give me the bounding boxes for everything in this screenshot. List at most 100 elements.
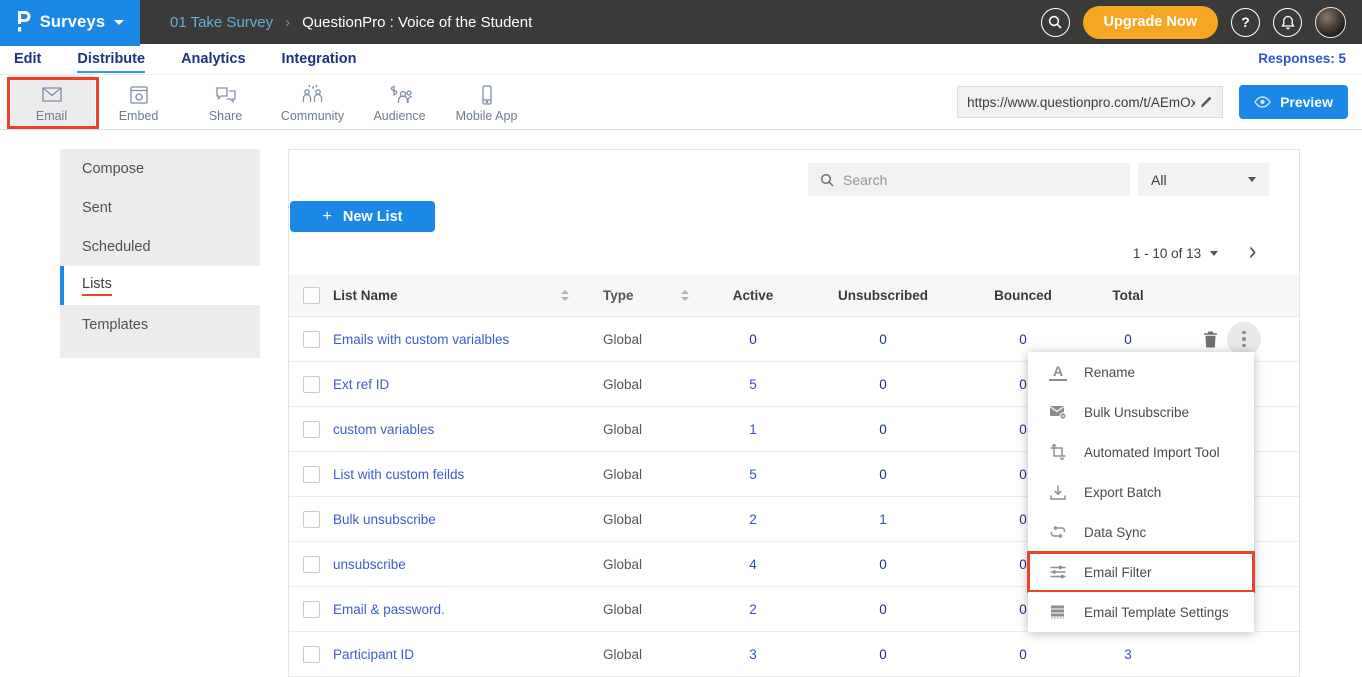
tab-edit[interactable]: Edit: [14, 51, 41, 71]
sidebar-item-scheduled[interactable]: Scheduled: [60, 227, 260, 266]
surveys-menu-button[interactable]: Surveys: [0, 0, 140, 44]
menu-item-email-template-settings[interactable]: Email Template Settings: [1028, 592, 1254, 632]
breadcrumb-survey-title: QuestionPro : Voice of the Student: [302, 14, 532, 31]
pagination: 1 - 10 of 13 ›: [289, 241, 1299, 265]
channel-label: Audience: [373, 109, 425, 123]
active-count: 1: [703, 422, 803, 437]
list-type: Global: [603, 647, 642, 662]
bounced-count: 0: [963, 332, 1083, 347]
list-name-link[interactable]: unsubscribe: [333, 557, 406, 572]
channel-embed[interactable]: Embed: [95, 75, 182, 129]
list-filter-bar: All: [289, 150, 1299, 196]
menu-item-bulk-unsubscribe[interactable]: Bulk Unsubscribe: [1028, 392, 1254, 432]
tab-distribute[interactable]: Distribute: [77, 51, 145, 73]
email-icon: [39, 84, 65, 106]
email-filter-icon: [1049, 564, 1067, 580]
survey-nav-tabs: Edit Distribute Analytics Integration Re…: [0, 44, 1362, 75]
preview-label: Preview: [1280, 94, 1333, 110]
sort-list-name-icon[interactable]: [561, 290, 569, 301]
tab-analytics[interactable]: Analytics: [181, 51, 245, 71]
channel-audience[interactable]: Audience: [356, 75, 443, 129]
upgrade-now-button[interactable]: Upgrade Now: [1083, 6, 1218, 39]
search-icon: [820, 173, 834, 187]
menu-item-rename[interactable]: A Rename: [1028, 352, 1254, 392]
list-name-link[interactable]: Email & password.: [333, 602, 445, 617]
sort-type-icon[interactable]: [681, 290, 689, 301]
list-name-link[interactable]: custom variables: [333, 422, 434, 437]
unsubscribed-count: 0: [803, 467, 963, 482]
search-button[interactable]: [1041, 8, 1070, 37]
list-name-link[interactable]: List with custom feilds: [333, 467, 464, 482]
row-checkbox[interactable]: [303, 421, 320, 438]
list-type: Global: [603, 422, 642, 437]
bulk-unsubscribe-icon: [1049, 404, 1067, 420]
sidebar-item-templates[interactable]: Templates: [60, 305, 260, 344]
header-list-name[interactable]: List Name: [333, 288, 398, 303]
new-list-label: New List: [343, 209, 403, 225]
preview-button[interactable]: Preview: [1239, 85, 1348, 119]
channel-label: Share: [209, 109, 242, 123]
list-type-filter[interactable]: All: [1138, 163, 1269, 196]
edit-url-icon[interactable]: [1199, 95, 1213, 109]
header-active: Active: [703, 288, 803, 303]
product-name: Surveys: [40, 13, 106, 32]
menu-item-data-sync[interactable]: Data Sync: [1028, 512, 1254, 552]
unsubscribed-count: 0: [803, 377, 963, 392]
row-checkbox[interactable]: [303, 376, 320, 393]
row-checkbox[interactable]: [303, 601, 320, 618]
list-type: Global: [603, 602, 642, 617]
row-context-menu: A Rename Bulk Unsubscribe Automated Impo…: [1028, 352, 1254, 632]
channel-mobile-app[interactable]: Mobile App: [443, 75, 530, 129]
list-search-input[interactable]: [843, 172, 1118, 188]
header-type[interactable]: Type: [603, 288, 634, 303]
channel-community[interactable]: Community: [269, 75, 356, 129]
distribute-toolbar: Email Embed Share Community Audience: [0, 75, 1362, 130]
unsubscribed-count: 0: [803, 422, 963, 437]
trash-icon: [1203, 331, 1218, 348]
survey-url-input[interactable]: [967, 95, 1195, 110]
sidebar-item-lists[interactable]: Lists: [60, 266, 260, 305]
eye-icon: [1254, 96, 1271, 108]
menu-item-email-filter[interactable]: Email Filter: [1028, 552, 1254, 592]
header-total: Total: [1083, 288, 1173, 303]
row-checkbox[interactable]: [303, 556, 320, 573]
unsubscribed-count: 0: [803, 602, 963, 617]
list-name-link[interactable]: Ext ref ID: [333, 377, 389, 392]
user-avatar[interactable]: [1315, 7, 1346, 38]
page-range-dropdown[interactable]: 1 - 10 of 13: [1133, 246, 1218, 261]
row-checkbox[interactable]: [303, 466, 320, 483]
menu-item-export-batch[interactable]: Export Batch: [1028, 472, 1254, 512]
menu-item-automated-import-tool[interactable]: Automated Import Tool: [1028, 432, 1254, 472]
sidebar-item-compose[interactable]: Compose: [60, 149, 260, 188]
notifications-button[interactable]: [1273, 8, 1302, 37]
channel-label: Embed: [119, 109, 159, 123]
help-button[interactable]: ?: [1231, 8, 1260, 37]
sidebar-item-sent[interactable]: Sent: [60, 188, 260, 227]
table-header: List Name Type Active Unsubscribed Bounc…: [289, 275, 1299, 317]
list-name-link[interactable]: Participant ID: [333, 647, 414, 662]
list-type: Global: [603, 377, 642, 392]
email-sidebar: Compose Sent Scheduled Lists Templates: [60, 149, 260, 358]
next-page-button[interactable]: ›: [1248, 242, 1265, 265]
list-name-link[interactable]: Bulk unsubscribe: [333, 512, 436, 527]
list-name-link[interactable]: Emails with custom varialbles: [333, 332, 509, 347]
channel-share[interactable]: Share: [182, 75, 269, 129]
responses-count[interactable]: Responses: 5: [1258, 51, 1346, 66]
chevron-down-icon: [1210, 251, 1218, 256]
unsubscribed-count: 0: [803, 557, 963, 572]
delete-list-button[interactable]: [1199, 327, 1222, 352]
row-checkbox[interactable]: [303, 331, 320, 348]
tab-integration[interactable]: Integration: [282, 51, 357, 71]
breadcrumb-survey-link[interactable]: 01 Take Survey: [170, 14, 273, 31]
select-all-checkbox[interactable]: [303, 287, 320, 304]
community-icon: [299, 84, 327, 106]
channel-email[interactable]: Email: [8, 75, 95, 129]
chevron-down-icon: [1248, 177, 1256, 182]
row-checkbox[interactable]: [303, 511, 320, 528]
channel-label: Community: [281, 109, 344, 123]
row-checkbox[interactable]: [303, 646, 320, 663]
row-menu-button[interactable]: [1227, 322, 1261, 356]
survey-url-field: [957, 86, 1223, 118]
new-list-button[interactable]: + New List: [290, 201, 435, 232]
mobile-app-icon: [474, 84, 500, 106]
